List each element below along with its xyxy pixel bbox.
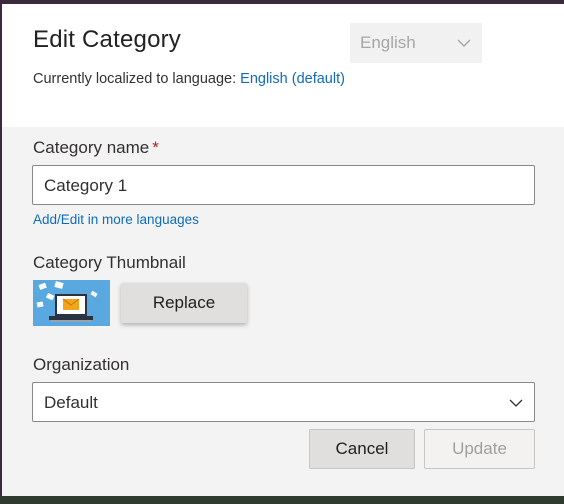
localized-language-line: Currently localized to language: English… <box>33 71 345 87</box>
category-thumbnail-image <box>33 280 110 326</box>
required-marker: * <box>152 138 159 157</box>
background-strip <box>0 496 564 504</box>
category-name-value: Category 1 <box>44 176 128 195</box>
chevron-down-icon <box>457 39 471 47</box>
organization-label: Organization <box>33 355 130 374</box>
localized-language-link[interactable]: English (default) <box>240 71 345 87</box>
replace-thumbnail-button[interactable]: Replace <box>121 283 247 323</box>
localized-prefix: Currently localized to language: <box>33 71 237 87</box>
category-name-input[interactable]: Category 1 <box>32 165 535 205</box>
edit-category-dialog: Edit Category English Currently localize… <box>2 4 564 496</box>
category-name-label-text: Category name <box>33 138 150 157</box>
category-name-label: Category name * <box>33 138 159 158</box>
chevron-down-icon <box>509 399 523 407</box>
dialog-header: Edit Category English Currently localize… <box>2 4 564 127</box>
add-edit-languages-link[interactable]: Add/Edit in more languages <box>33 212 199 227</box>
language-select[interactable]: English <box>350 23 482 63</box>
dialog-title: Edit Category <box>33 26 182 53</box>
category-thumbnail-label: Category Thumbnail <box>33 253 186 272</box>
language-select-value: English <box>360 33 416 52</box>
organization-value: Default <box>44 393 98 412</box>
organization-dropdown[interactable]: Default <box>32 382 535 422</box>
thumbnail-illustration <box>33 280 110 326</box>
cancel-button[interactable]: Cancel <box>309 429 415 469</box>
update-button[interactable]: Update <box>424 429 535 469</box>
